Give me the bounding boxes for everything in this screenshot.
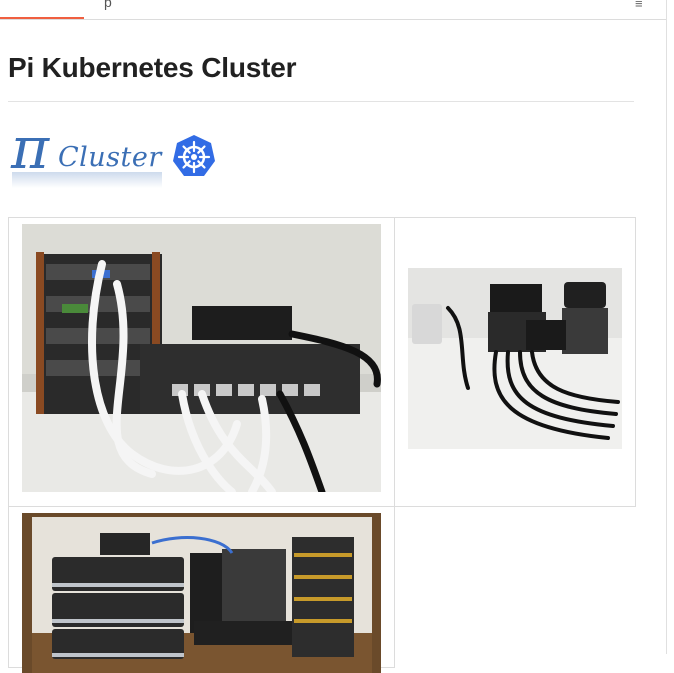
photo-cell xyxy=(394,217,636,507)
photo-cell xyxy=(8,217,395,507)
empty-cell xyxy=(394,506,636,668)
logo-reflection xyxy=(12,172,162,188)
top-tab-bar: p ≡ xyxy=(0,0,666,20)
mini-pc-and-pi-cluster-photo[interactable] xyxy=(22,513,381,673)
page-title: Pi Kubernetes Cluster xyxy=(8,52,297,83)
photo-table xyxy=(8,217,636,673)
logo-word: Cluster xyxy=(58,142,162,173)
content-frame: p ≡ Pi Kubernetes Cluster π Cluster xyxy=(0,0,667,673)
tab-label-fragment[interactable]: p xyxy=(104,0,112,10)
pi-cluster-logo: π Cluster xyxy=(10,114,215,190)
photo-cell xyxy=(8,506,395,673)
title-divider xyxy=(8,101,634,102)
list-icon[interactable]: ≡ xyxy=(635,0,643,11)
kubernetes-helm-icon xyxy=(173,135,215,176)
active-tab-indicator xyxy=(0,17,84,19)
pi-stack-with-switch-photo[interactable] xyxy=(22,224,381,492)
pi-cluster-with-power-photo[interactable] xyxy=(408,268,622,449)
